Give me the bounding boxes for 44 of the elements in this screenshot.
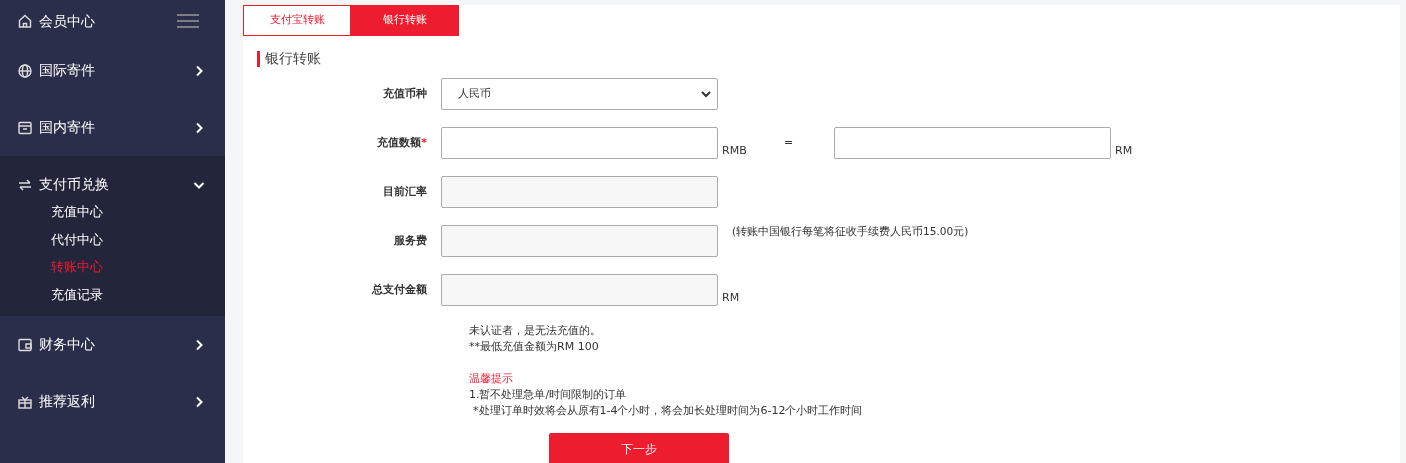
- submenu-item[interactable]: 充值中心: [51, 202, 103, 222]
- tab[interactable]: 支付宝转账: [243, 5, 351, 36]
- field-label: 目前汇率: [382, 183, 428, 200]
- caret-icon: [701, 90, 711, 98]
- field-label: 服务费: [393, 232, 428, 249]
- sidebar-item[interactable]: 支付币兑换: [39, 174, 193, 195]
- menu-icon[interactable]: [177, 14, 199, 28]
- amount-field[interactable]: [441, 127, 718, 159]
- sidebar-item[interactable]: 推荐返利: [39, 391, 193, 412]
- tab[interactable]: 银行转账: [351, 5, 459, 36]
- sidebar-item[interactable]: 国内寄件: [39, 117, 193, 138]
- unit-label: RM: [722, 289, 740, 306]
- wallet-icon: [18, 337, 32, 352]
- submenu-item[interactable]: 代付中心: [51, 229, 103, 249]
- readonly-field[interactable]: [441, 225, 718, 257]
- sidebar-item[interactable]: 国际寄件: [39, 60, 193, 81]
- submenu-item[interactable]: 转账中心: [51, 257, 103, 277]
- tips-title: 温馨提示: [469, 371, 514, 387]
- submenu-item[interactable]: 充值记录: [51, 284, 103, 304]
- section-title: 银行转账: [265, 49, 321, 68]
- unit-label: RM: [1115, 142, 1133, 159]
- currency-select[interactable]: 人民币: [441, 78, 718, 110]
- tip-line: 1.暂不处理急单/时间限制的订单: [469, 387, 628, 403]
- readonly-field[interactable]: [441, 176, 718, 208]
- box-icon: [18, 120, 32, 135]
- globe-icon: [18, 63, 32, 78]
- requirement-note: **最低充值金额为RM 100: [469, 339, 600, 355]
- field-label: 充值币种: [382, 85, 428, 102]
- requirement-note: 未认证者，是无法充值的。: [469, 323, 602, 339]
- readonly-field[interactable]: [441, 274, 718, 306]
- tip-line: *处理订单时效将会从原有1-4个小时，将会加长处理时间为6-12个小时工作时间: [472, 403, 864, 419]
- sidebar-item[interactable]: 财务中心: [39, 334, 193, 355]
- sidebar-item[interactable]: 会员中心: [39, 10, 177, 32]
- exchange-icon: [18, 177, 32, 192]
- field-label: 总支付金额: [370, 281, 428, 298]
- home-icon: [18, 14, 32, 28]
- converted-amount-field[interactable]: [834, 127, 1111, 159]
- equals-sign: =: [784, 134, 795, 151]
- accent-bar: [257, 50, 260, 67]
- field-label: 充值数额*: [376, 134, 428, 151]
- unit-label: RMB: [722, 142, 748, 159]
- gift-icon: [18, 394, 32, 409]
- next-step-button[interactable]: 下一步: [549, 433, 729, 463]
- fee-note: (转账中国银行每笔将征收手续费人民币15.00元): [732, 224, 969, 239]
